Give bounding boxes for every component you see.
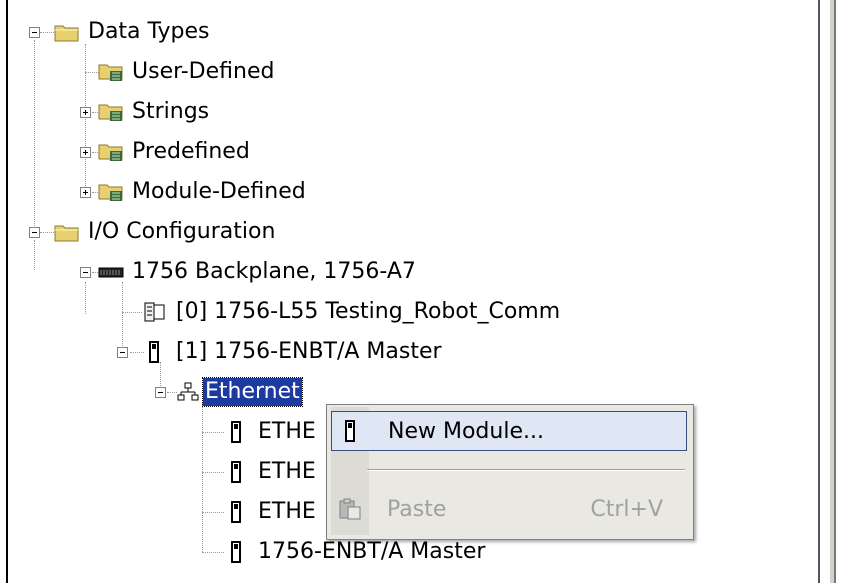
menu-separator [367,469,685,471]
tree-line [202,552,224,553]
collapse-toggle[interactable] [155,387,166,398]
tree-node-controller[interactable]: [0] 1756-L55 Testing_Robot_Comm [142,294,562,330]
tree-node-ethernet-module[interactable]: ETHE [224,414,318,450]
tree-node-module-defined[interactable]: Module-Defined [98,174,308,210]
module-icon [338,420,364,442]
tree-node-user-defined[interactable]: User-Defined [98,54,276,90]
tree-node-ethernet-module[interactable]: ETHE [224,494,318,530]
paste-icon [337,498,363,520]
tree-node-label: Ethernet [202,377,303,407]
backplane-icon [98,261,124,283]
module-icon [224,461,250,483]
menu-item-label: New Module... [388,418,544,444]
tree-line [34,40,35,230]
menu-item-paste[interactable]: Paste Ctrl+V [331,489,687,529]
folder-icon [54,221,80,243]
tree-node-label: Module-Defined [132,179,306,204]
tree-line [40,32,54,33]
left-frame [0,0,12,583]
module-icon [142,341,168,363]
tree-node-label: Predefined [132,139,250,164]
tree-node-io-configuration[interactable]: I/O Configuration [54,214,277,250]
module-icon [224,501,250,523]
tree-node-label: ETHE [258,419,316,444]
tree-node-label: Strings [132,99,210,124]
tree-node-label: [0] 1756-L55 Testing_Robot_Comm [176,299,561,324]
tree-line [85,72,99,73]
menu-item-new-module[interactable]: New Module... [331,411,687,451]
tree-line [202,512,224,513]
module-icon [224,421,250,443]
tree-line [34,240,35,270]
tree-line [122,312,142,313]
tree-line [202,472,224,473]
data-type-folder-icon [98,61,124,83]
tree-node-label: [1] 1756-ENBT/A Master [176,339,442,364]
tree-line [122,282,123,352]
data-type-folder-icon [98,141,124,163]
tree-node-data-types[interactable]: Data Types [54,14,212,50]
tree-node-label: I/O Configuration [88,219,276,244]
tree-line [85,282,86,314]
tree-node-enbt-master[interactable]: [1] 1756-ENBT/A Master [142,334,444,370]
collapse-toggle[interactable] [29,227,40,238]
tree-node-predefined[interactable]: Predefined [98,134,252,170]
menu-item-shortcut: Ctrl+V [590,496,663,522]
collapse-toggle[interactable] [80,267,91,278]
tree-node-label: 1756-ENBT/A Master [258,539,486,564]
tree-node-ethernet[interactable]: Ethernet [175,374,303,410]
tree-node-label: ETHE [258,459,316,484]
tree-node-ethernet-module[interactable]: ETHE [224,454,318,490]
data-type-folder-icon [98,181,124,203]
folder-icon [54,21,80,43]
controller-icon [142,301,168,323]
tree-node-label: User-Defined [132,59,275,84]
tree-node-strings[interactable]: Strings [98,94,211,130]
collapse-toggle[interactable] [29,27,40,38]
tree-line [85,44,86,194]
tree-node-backplane[interactable]: 1756 Backplane, 1756-A7 [98,254,418,290]
module-icon [224,541,250,563]
tree-line [202,402,203,552]
expand-toggle[interactable] [80,147,91,158]
data-type-folder-icon [98,101,124,123]
expand-toggle[interactable] [80,187,91,198]
tree-line [40,232,54,233]
tree-line [202,432,224,433]
collapse-toggle[interactable] [117,347,128,358]
network-icon [175,381,201,403]
tree-node-label: ETHE [258,499,316,524]
menu-item-label: Paste [387,496,447,522]
right-frame-scrollbar[interactable] [818,0,848,583]
tree-node-label: 1756 Backplane, 1756-A7 [132,259,416,284]
context-menu: New Module... Paste Ctrl+V [326,404,694,540]
tree-node-label: Data Types [88,19,210,44]
expand-toggle[interactable] [80,107,91,118]
